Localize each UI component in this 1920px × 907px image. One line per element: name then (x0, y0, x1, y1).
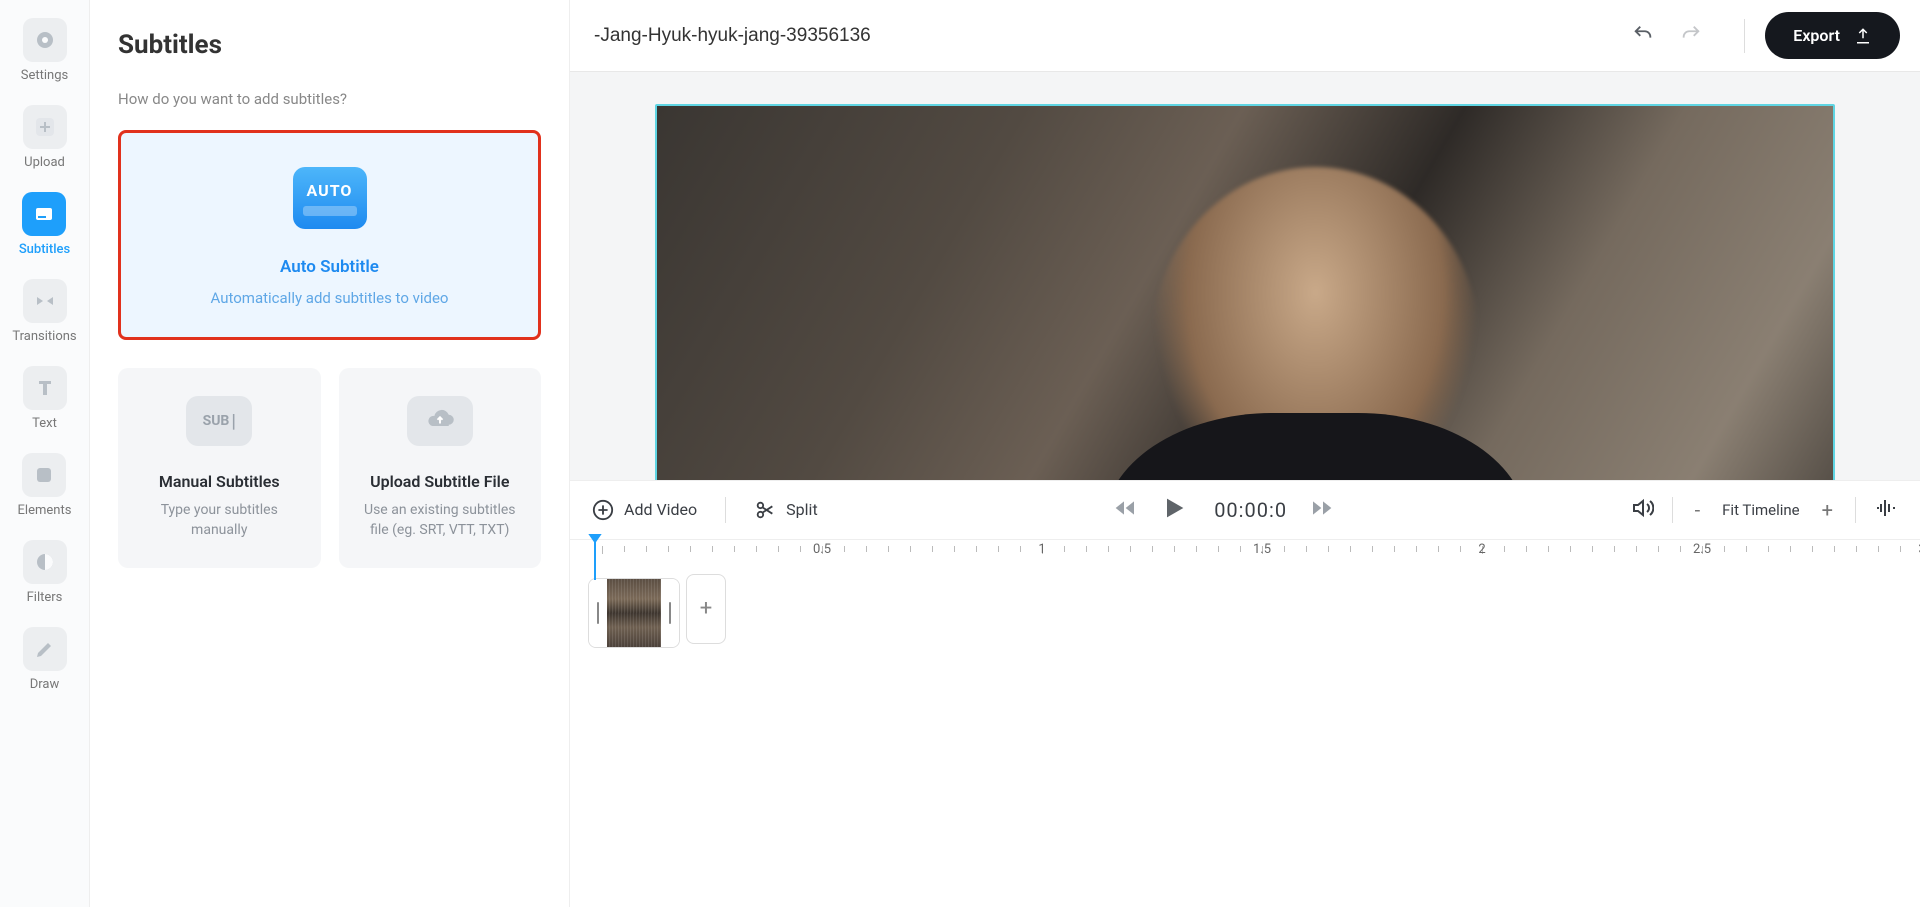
video-track[interactable] (588, 578, 680, 648)
auto-card-desc: Automatically add subtitles to video (141, 289, 518, 307)
clip-handle-left[interactable] (589, 579, 607, 647)
rail-item-filters[interactable]: Filters (23, 540, 67, 605)
manual-card-title: Manual Subtitles (134, 472, 305, 491)
subtitles-icon (22, 192, 66, 236)
scissors-icon (754, 499, 776, 521)
timeline[interactable]: 0.511.522.53 + (570, 540, 1920, 907)
divider (725, 497, 726, 523)
rail-label: Draw (30, 677, 60, 692)
rail-item-draw[interactable]: Draw (23, 627, 67, 692)
topbar: Export (570, 0, 1920, 72)
auto-card-title: Auto Subtitle (141, 257, 518, 277)
redo-button[interactable] (1678, 23, 1704, 49)
waveform-button[interactable] (1874, 496, 1898, 524)
divider (1744, 19, 1745, 53)
ruler-label: 1 (1038, 542, 1045, 557)
rail-label: Text (32, 416, 57, 431)
plus-circle-icon (592, 499, 614, 521)
add-track-button[interactable]: + (686, 574, 726, 644)
volume-button[interactable] (1630, 496, 1654, 524)
manual-card-desc: Type your subtitles manually (134, 501, 305, 540)
timecode: 00:00:0 (1214, 498, 1287, 522)
panel-subtitle: How do you want to add subtitles? (118, 90, 541, 108)
rail-item-text[interactable]: Text (23, 366, 67, 431)
rail-item-elements[interactable]: Elements (18, 453, 72, 518)
subtitles-panel: Subtitles How do you want to add subtitl… (90, 0, 570, 907)
clip-handle-right[interactable] (661, 579, 679, 647)
skip-back-button[interactable] (1114, 500, 1134, 520)
elements-icon (22, 453, 66, 497)
left-rail: Settings Upload Subtitles Transitions Te… (0, 0, 90, 907)
transitions-icon (23, 279, 67, 323)
export-button[interactable]: Export (1765, 12, 1900, 59)
divider (1855, 497, 1856, 523)
upload-card-desc: Use an existing subtitles file (eg. SRT,… (355, 501, 526, 540)
upload-subtitle-card[interactable]: Upload Subtitle File Use an existing sub… (339, 368, 542, 568)
rail-label: Upload (24, 155, 65, 170)
plus-icon (23, 105, 67, 149)
cloud-upload-icon (407, 396, 473, 446)
timeline-ruler[interactable]: 0.511.522.53 (588, 546, 1902, 574)
rail-label: Subtitles (19, 242, 70, 257)
controls-bar: Add Video Split 00:00:0 - Fit Timeline (570, 480, 1920, 540)
add-video-button[interactable]: Add Video (592, 499, 697, 521)
rail-label: Transitions (12, 329, 76, 344)
auto-badge-icon: AUTO (293, 167, 367, 229)
text-icon (23, 366, 67, 410)
video-preview[interactable] (655, 104, 1835, 480)
draw-icon (23, 627, 67, 671)
rail-label: Elements (18, 503, 72, 518)
zoom-in-button[interactable]: + (1818, 498, 1837, 522)
project-title-input[interactable] (590, 21, 1610, 51)
divider (1672, 497, 1673, 523)
ruler-label: 1.5 (1253, 542, 1271, 557)
ruler-label: 2 (1478, 542, 1485, 557)
main-area: Export Add Video Split (570, 0, 1920, 907)
rail-item-transitions[interactable]: Transitions (12, 279, 76, 344)
manual-subtitle-icon: SUB| (186, 396, 252, 446)
play-button[interactable] (1160, 494, 1188, 526)
rail-item-settings[interactable]: Settings (21, 18, 68, 83)
auto-subtitle-card[interactable]: AUTO Auto Subtitle Automatically add sub… (118, 130, 541, 340)
canvas-area (570, 72, 1920, 480)
panel-title: Subtitles (118, 30, 541, 60)
timeline-clip[interactable] (658, 579, 661, 647)
upload-icon (1854, 27, 1872, 45)
manual-subtitles-card[interactable]: SUB| Manual Subtitles Type your subtitle… (118, 368, 321, 568)
rail-label: Filters (27, 590, 63, 605)
undo-button[interactable] (1630, 23, 1656, 49)
ruler-label: 2.5 (1693, 542, 1711, 557)
split-button[interactable]: Split (754, 499, 818, 521)
upload-card-title: Upload Subtitle File (355, 472, 526, 491)
rail-label: Settings (21, 68, 68, 83)
settings-icon (23, 18, 67, 62)
zoom-out-button[interactable]: - (1691, 498, 1705, 522)
rail-item-upload[interactable]: Upload (23, 105, 67, 170)
filters-icon (23, 540, 67, 584)
rail-item-subtitles[interactable]: Subtitles (19, 192, 70, 257)
skip-forward-button[interactable] (1313, 500, 1333, 520)
fit-timeline-button[interactable]: Fit Timeline (1722, 501, 1800, 519)
ruler-label: 0.5 (813, 542, 831, 557)
